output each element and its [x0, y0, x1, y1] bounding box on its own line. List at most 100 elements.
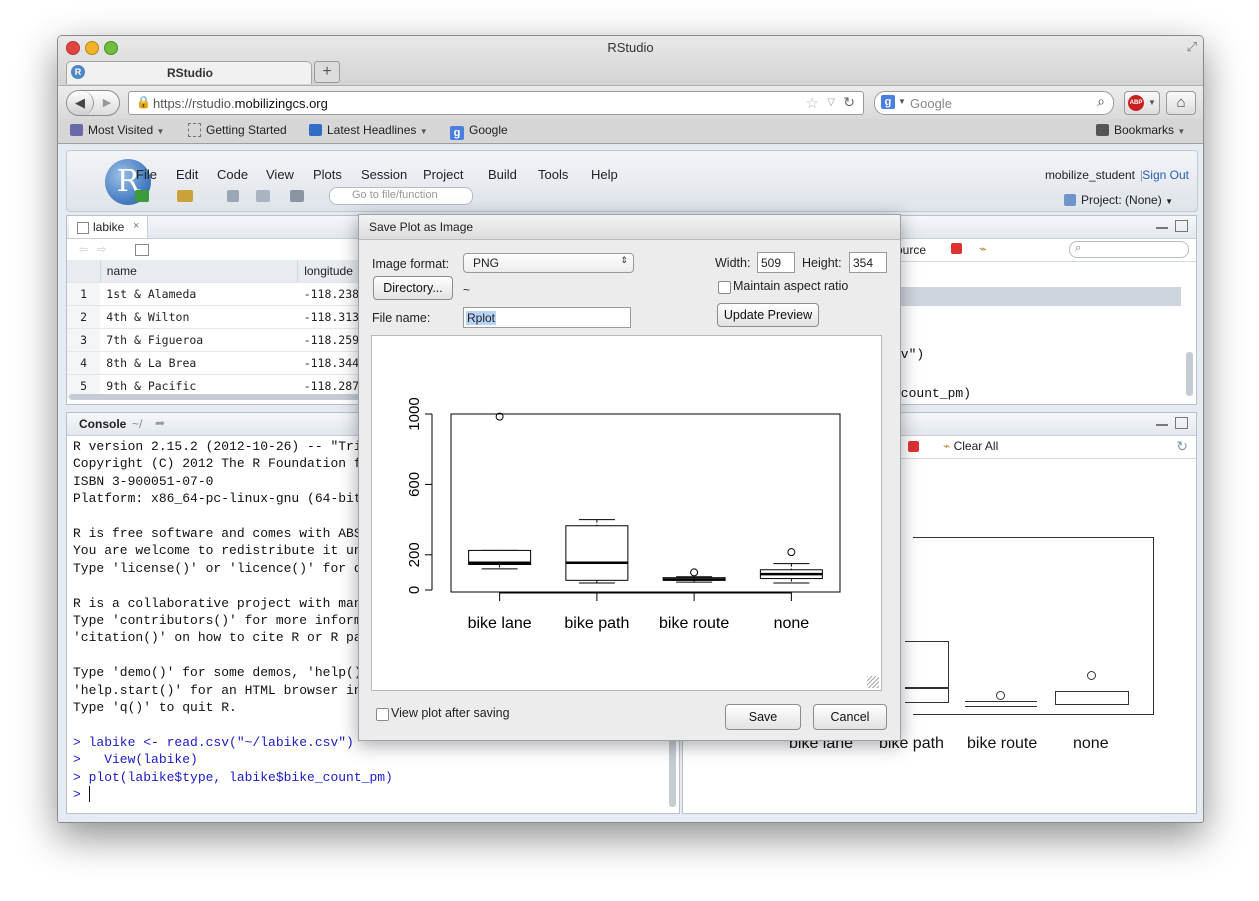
table-icon — [77, 222, 89, 234]
save-icon[interactable] — [227, 190, 239, 202]
update-preview-button[interactable]: Update Preview — [717, 303, 819, 327]
column-header[interactable] — [67, 260, 101, 283]
column-header[interactable]: longitude — [297, 260, 367, 283]
file-name-input[interactable]: Rplot — [463, 307, 631, 328]
table-row: 3 7th & Figueroa -118.2599 — [67, 328, 367, 352]
most-visited-bookmark[interactable]: Most Visited ▼ — [70, 123, 164, 137]
console-line: Platform: x86_64-pc-linux-gnu (64-bit) — [73, 491, 370, 507]
home-icon[interactable]: ⌂ — [1166, 91, 1196, 115]
back-arrow-icon[interactable]: ⇦ — [79, 243, 88, 256]
table-row: 2 4th & Wilton -118.3134 — [67, 305, 367, 329]
maintain-aspect-checkbox[interactable] — [718, 281, 731, 294]
menu-code[interactable]: Code — [217, 167, 248, 182]
column-header[interactable]: name — [99, 260, 298, 283]
url-prefix: https://rstudio. — [153, 96, 235, 111]
cell-longitude: -118.2599 — [297, 328, 367, 352]
view-after-saving-checkbox[interactable] — [376, 708, 389, 721]
popout-icon[interactable] — [135, 244, 149, 256]
width-input[interactable]: 509 — [757, 252, 795, 273]
google-engine-icon[interactable]: g — [881, 95, 895, 109]
menu-file[interactable]: File — [136, 167, 157, 182]
search-field[interactable]: g ▼ Google ⌕ — [874, 91, 1114, 115]
tab-label: labike — [93, 220, 125, 234]
forward-arrow-icon[interactable]: ⇨ — [97, 243, 106, 256]
adblock-button[interactable]: ABP ▼ — [1124, 91, 1160, 115]
table-header: name longitude — [67, 260, 367, 283]
google-bookmark[interactable]: g Google — [450, 123, 508, 140]
view-after-saving-label: View plot after saving — [391, 706, 510, 720]
latest-headlines-bookmark[interactable]: Latest Headlines ▼ — [309, 123, 428, 137]
background-box — [905, 641, 949, 703]
project-label: Project: (None) — [1081, 193, 1162, 207]
background-plot-frame — [913, 537, 1154, 715]
back-button[interactable]: ◀ — [67, 91, 94, 115]
save-button[interactable]: Save — [725, 704, 801, 730]
menu-plots[interactable]: Plots — [313, 167, 342, 182]
refresh-icon[interactable]: ↻ — [1176, 438, 1188, 455]
maximize-pane-icon[interactable] — [1175, 417, 1188, 429]
url-domain: mobilizingcs.org — [234, 96, 328, 111]
open-file-icon[interactable] — [177, 190, 193, 202]
cell-longitude: -118.3134 — [297, 305, 367, 329]
chevron-down-icon: ▼ — [1177, 127, 1186, 136]
save-all-icon[interactable] — [256, 190, 270, 202]
project-menu[interactable]: Project: (None) ▼ — [1064, 193, 1173, 207]
clear-all-button[interactable]: ⌁ Clear All — [943, 439, 998, 453]
delete-icon[interactable] — [951, 243, 962, 254]
cancel-button[interactable]: Cancel — [813, 704, 887, 730]
new-tab-button[interactable]: + — [314, 61, 340, 83]
maximize-pane-icon[interactable] — [1175, 220, 1188, 232]
address-bar[interactable]: 🔒 https://rstudio.mobilizingcs.org ☆ ▽ ↻ — [128, 91, 864, 115]
navigation-bar: ◀ ▶ 🔒 https://rstudio.mobilizingcs.org ☆… — [58, 85, 1203, 120]
bookmarks-menu-label: Bookmarks — [1114, 123, 1175, 137]
forward-button[interactable]: ▶ — [96, 91, 118, 115]
console-line: Type 'q()' to quit R. — [73, 700, 237, 715]
height-input[interactable]: 354 — [849, 252, 887, 273]
bookmark-star-icon[interactable]: ☆ — [806, 94, 819, 112]
image-format-value: PNG — [473, 256, 500, 270]
width-value: 509 — [761, 256, 782, 270]
directory-button[interactable]: Directory... — [373, 276, 453, 300]
reload-icon[interactable]: ↻ — [843, 94, 855, 111]
print-icon[interactable] — [290, 190, 304, 202]
source-search-input[interactable]: ⌕ — [1069, 241, 1189, 258]
go-to-directory-icon[interactable]: ➦ — [155, 416, 165, 430]
minimize-pane-icon[interactable] — [1156, 227, 1168, 229]
resize-grip-icon[interactable] — [867, 676, 879, 688]
rstudio-favicon-icon: R — [71, 65, 85, 79]
menu-edit[interactable]: Edit — [176, 167, 198, 182]
search-icon: ⌕ — [1075, 242, 1082, 254]
sign-out-link[interactable]: Sign Out — [1142, 168, 1189, 182]
menu-help[interactable]: Help — [591, 167, 618, 182]
image-format-select[interactable]: PNG ⇕ — [463, 253, 634, 273]
bookmarks-menu[interactable]: Bookmarks ▼ — [1096, 123, 1185, 137]
background-median — [905, 687, 948, 689]
getting-started-bookmark[interactable]: Getting Started — [188, 123, 287, 137]
bookmark-label: Latest Headlines — [327, 123, 417, 137]
fullscreen-icon[interactable]: ⤢ — [1187, 39, 1197, 55]
console-command: > plot(labike$type, labike$bike_count_pm… — [73, 769, 393, 785]
go-to-file-input[interactable]: Go to file/function — [329, 187, 473, 205]
menu-session[interactable]: Session — [361, 167, 407, 182]
menu-build[interactable]: Build — [488, 167, 517, 182]
menu-view[interactable]: View — [266, 167, 294, 182]
broom-icon[interactable]: ⌁ — [979, 241, 987, 257]
adblock-icon: ABP — [1128, 95, 1144, 111]
close-tab-icon[interactable]: × — [133, 220, 139, 232]
menu-project[interactable]: Project — [423, 167, 463, 182]
tab-labike[interactable]: labike × — [69, 216, 148, 238]
engine-dropdown-icon[interactable]: ▼ — [898, 97, 906, 106]
horizontal-scrollbar[interactable] — [69, 394, 369, 400]
new-file-icon[interactable] — [135, 190, 149, 202]
x-tick-label: bike path — [564, 615, 629, 632]
history-dropdown-icon[interactable]: ▽ — [827, 97, 835, 108]
vertical-scrollbar[interactable] — [1186, 352, 1193, 396]
menu-tools[interactable]: Tools — [538, 167, 568, 182]
search-icon[interactable]: ⌕ — [1097, 93, 1105, 110]
plot-preview: 0 200 600 1000 bike lane bike path bike route… — [371, 335, 882, 691]
minimize-pane-icon[interactable] — [1156, 424, 1168, 426]
folder-icon — [70, 124, 83, 136]
chevron-down-icon: ▼ — [419, 127, 428, 136]
remove-plot-icon[interactable] — [908, 441, 919, 452]
browser-tab[interactable]: R RStudio — [66, 61, 312, 84]
